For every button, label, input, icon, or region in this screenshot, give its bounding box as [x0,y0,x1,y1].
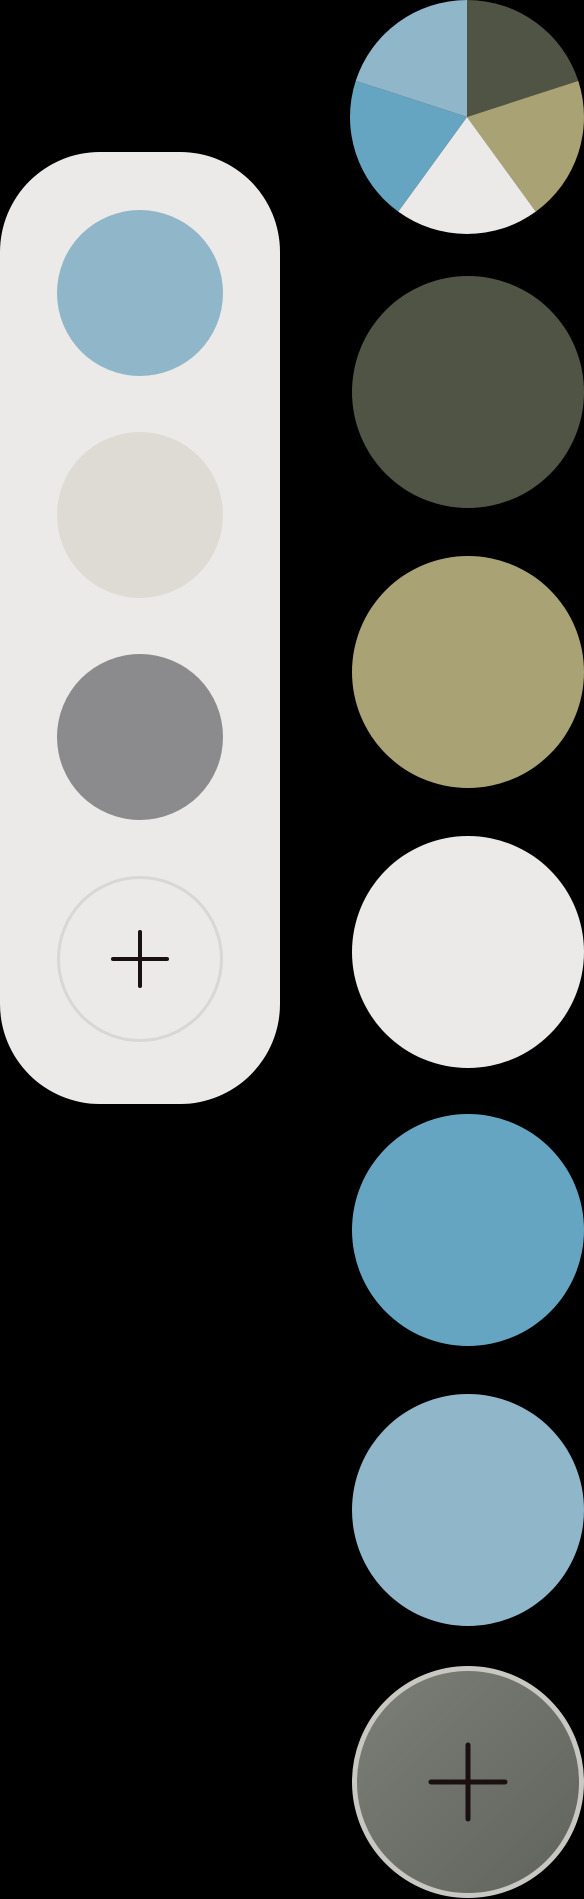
palette-panel [0,152,280,1104]
color-swatch-2[interactable] [352,556,584,788]
palette-swatch-3[interactable] [57,654,223,820]
color-swatch-4[interactable] [352,1114,584,1346]
color-swatch-1[interactable] [352,276,584,508]
color-swatch-5[interactable] [352,1394,584,1626]
color-swatch-3[interactable] [352,836,584,1068]
add-color-button[interactable] [352,1666,584,1898]
palette-swatch-2[interactable] [57,432,223,598]
add-swatch-button[interactable] [57,876,223,1042]
plus-icon [428,1742,508,1822]
color-wheel[interactable] [350,0,584,234]
palette-swatch-1[interactable] [57,210,223,376]
plus-icon [111,930,169,988]
